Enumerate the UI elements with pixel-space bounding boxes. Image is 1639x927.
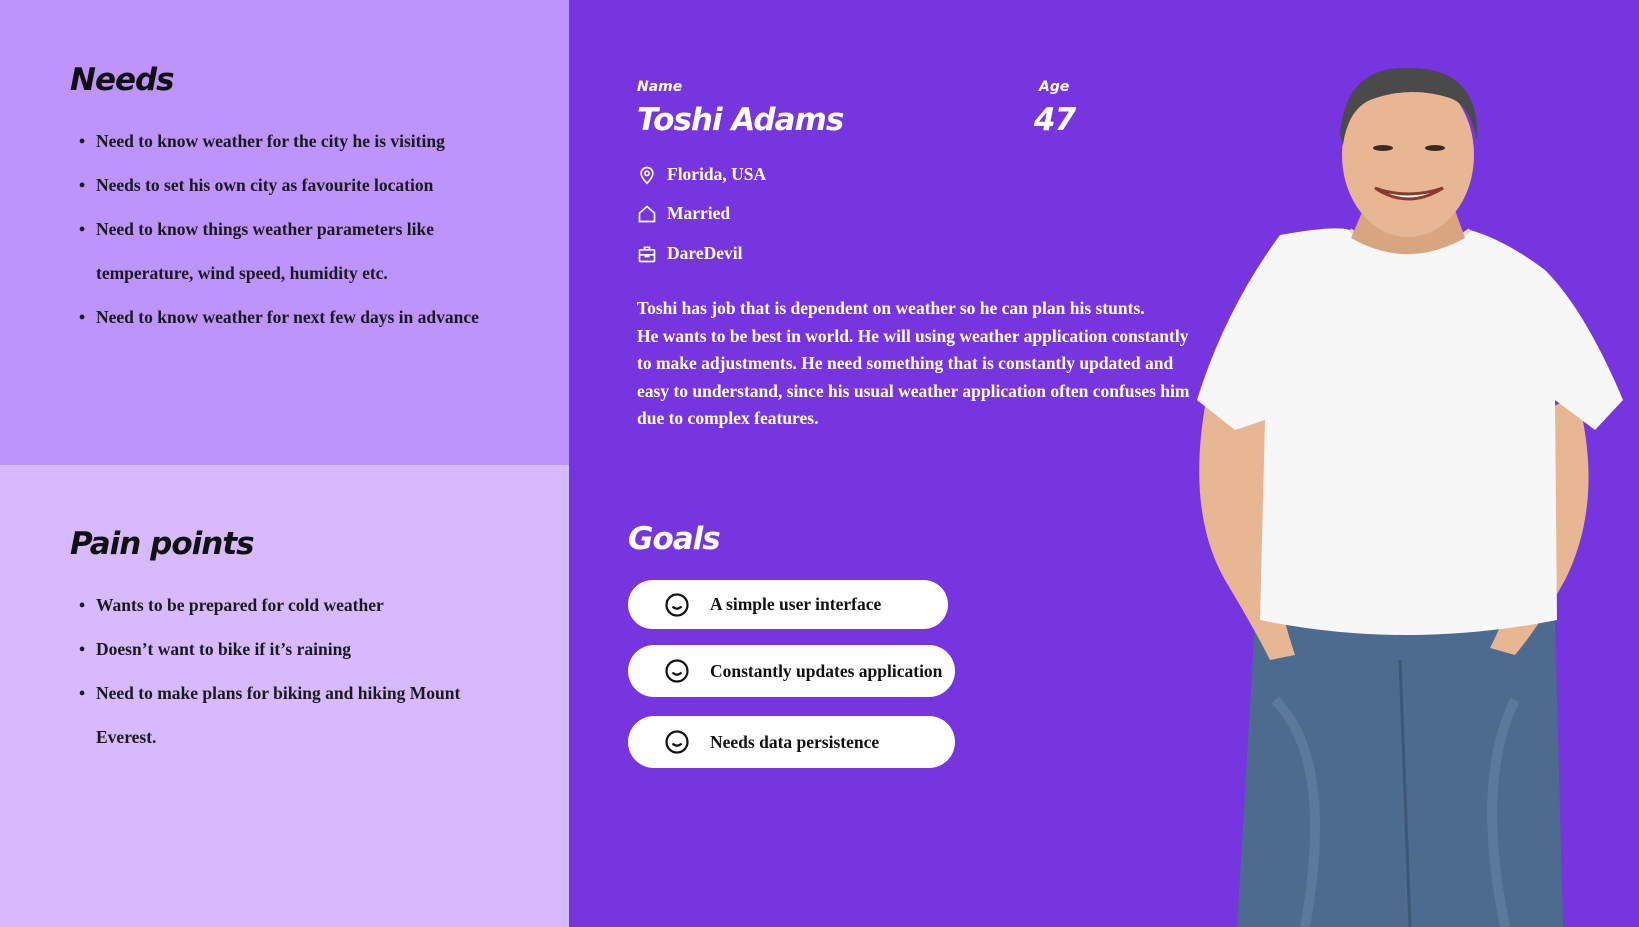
list-item: Need to know things weather parameters l…	[70, 207, 456, 295]
pain-points-list: Wants to be prepared for cold weather Do…	[70, 583, 510, 759]
briefcase-icon	[637, 244, 657, 264]
list-item: Needs to set his own city as favourite l…	[70, 163, 510, 207]
goal-pill: Constantly updates application	[628, 645, 955, 697]
home-icon	[637, 204, 657, 224]
smile-icon	[665, 730, 689, 754]
occupation-text: DareDevil	[667, 243, 743, 263]
persona-photo	[1197, 67, 1623, 927]
smile-icon	[665, 592, 689, 617]
smile-icon	[665, 659, 689, 683]
list-item: Wants to be prepared for cold weather	[70, 583, 510, 627]
goal-pill: Needs data persistence	[628, 716, 955, 768]
location-row: Florida, USA	[637, 164, 766, 185]
list-item: Need to make plans for biking and hiking…	[70, 671, 476, 759]
goal-text: A simple user interface	[710, 594, 882, 614]
goal-text: Needs data persistence	[710, 731, 880, 752]
pain-points-title: Pain points	[70, 526, 255, 562]
bio-text: Toshi has job that is dependent on weath…	[637, 295, 1197, 433]
list-item: Need to know weather for next few days i…	[70, 295, 510, 339]
location-pin-icon	[637, 165, 657, 185]
goal-text: Constantly updates application	[710, 660, 943, 681]
needs-list: Need to know weather for the city he is …	[70, 119, 510, 339]
occupation-row: DareDevil	[637, 243, 743, 264]
goal-pill: A simple user interface	[628, 580, 948, 629]
relationship-text: Married	[667, 203, 731, 223]
name-label: Name	[637, 79, 683, 95]
bio-line-1: Toshi has job that is dependent on weath…	[637, 298, 1145, 318]
relationship-row: Married	[637, 203, 730, 224]
bio-line-2: He wants to be best in world. He will us…	[637, 325, 1190, 429]
goals-title: Goals	[628, 521, 721, 557]
list-item: Doesn’t want to bike if it’s raining	[70, 627, 510, 671]
person-age: 47	[1034, 102, 1076, 138]
person-name: Toshi Adams	[637, 102, 844, 138]
list-item: Need to know weather for the city he is …	[70, 119, 510, 163]
needs-title: Needs	[70, 62, 175, 98]
location-text: Florida, USA	[667, 164, 767, 184]
age-label: Age	[1039, 79, 1070, 95]
